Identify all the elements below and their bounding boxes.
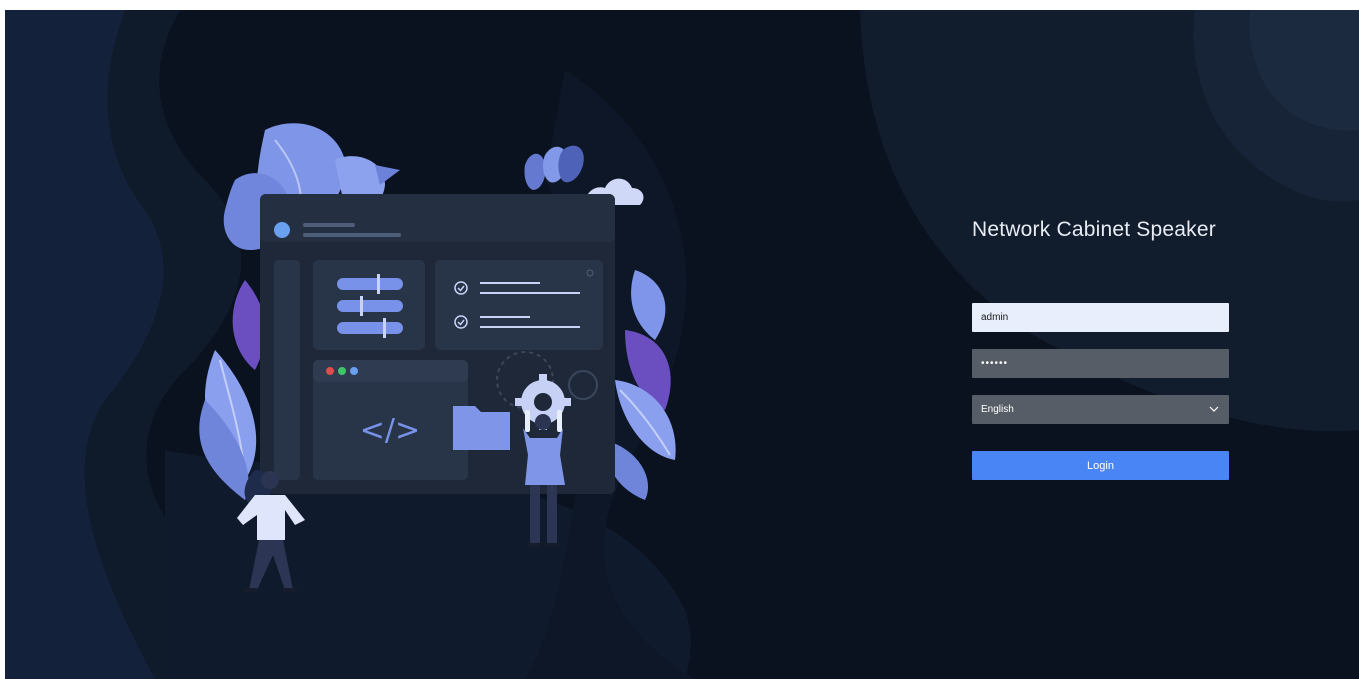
app-window-graphic: </> (260, 194, 615, 494)
leaf-cluster-left (199, 280, 266, 500)
folder-icon (453, 406, 510, 450)
login-form: Network Cabinet Speaker •••••• English L… (972, 210, 1229, 480)
hero-illustration: </> (199, 123, 676, 592)
username-input[interactable] (972, 303, 1229, 332)
app-title: Network Cabinet Speaker (972, 218, 1216, 241)
leaf-cluster-top-right (524, 145, 584, 190)
login-button[interactable]: Login (972, 451, 1229, 480)
password-input[interactable]: •••••• (972, 349, 1229, 378)
leaf-cluster-right (605, 270, 676, 500)
language-select-value: English (981, 404, 1014, 415)
window-dots-icon (326, 367, 358, 375)
chevron-down-icon (1209, 406, 1219, 412)
language-select[interactable]: English (972, 395, 1229, 424)
code-icon: </> (360, 413, 420, 448)
login-page: </> Network Cabinet Speaker admin ••••••… (5, 10, 1359, 679)
